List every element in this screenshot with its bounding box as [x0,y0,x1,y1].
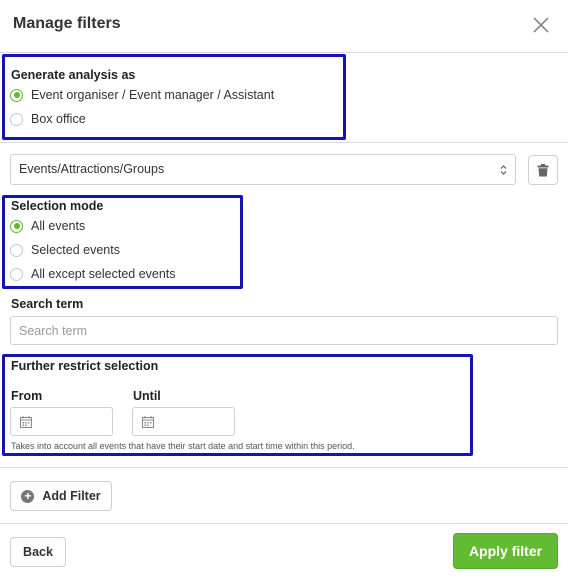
add-filter-button[interactable]: + Add Filter [10,481,112,511]
generate-analysis-label: Generate analysis as [11,68,136,82]
dialog-title: Manage filters [13,15,121,32]
radio-button[interactable] [10,219,23,233]
radio-selected-events[interactable]: Selected events [10,241,120,259]
radio-label: All events [31,219,86,233]
calendar-icon [20,416,32,428]
radio-label: Event organiser / Event manager / Assist… [31,88,275,102]
radio-button[interactable] [10,88,23,102]
from-label: From [11,389,43,403]
radio-box-office[interactable]: Box office [10,110,86,128]
close-icon[interactable] [530,14,552,36]
trash-icon [537,163,549,176]
from-date-field[interactable] [10,407,113,436]
delete-filter-button[interactable] [528,155,558,185]
calendar-icon [142,416,154,428]
dialog-header: Manage filters [0,0,568,53]
plus-circle-icon: + [21,489,35,503]
radio-label: Box office [31,112,86,126]
add-filter-label: Add Filter [42,489,101,503]
selection-mode-label: Selection mode [11,199,104,213]
until-label: Until [133,389,161,403]
restrict-selection-label: Further restrict selection [11,359,159,373]
radio-label: Selected events [31,243,120,257]
dimension-select-value: Events/Attractions/Groups [19,162,165,176]
radio-button[interactable] [10,267,23,281]
back-button[interactable]: Back [10,537,66,567]
dimension-select[interactable]: Events/Attractions/Groups [10,154,516,185]
radio-label: All except selected events [31,267,176,281]
radio-all-events[interactable]: All events [10,217,85,235]
search-input[interactable] [10,316,558,345]
footer-divider [0,523,568,524]
apply-filter-button[interactable]: Apply filter [453,533,558,569]
section-divider [0,467,568,468]
section-divider [0,142,568,143]
radio-event-organiser[interactable]: Event organiser / Event manager / Assist… [10,86,274,104]
search-term-label: Search term [11,297,84,311]
radio-button[interactable] [10,112,23,126]
radio-all-except-selected[interactable]: All except selected events [10,265,176,283]
restrict-hint-text: Takes into account all events that have … [11,441,355,451]
radio-button[interactable] [10,243,23,257]
until-date-field[interactable] [132,407,235,436]
select-arrows-icon [500,165,507,175]
